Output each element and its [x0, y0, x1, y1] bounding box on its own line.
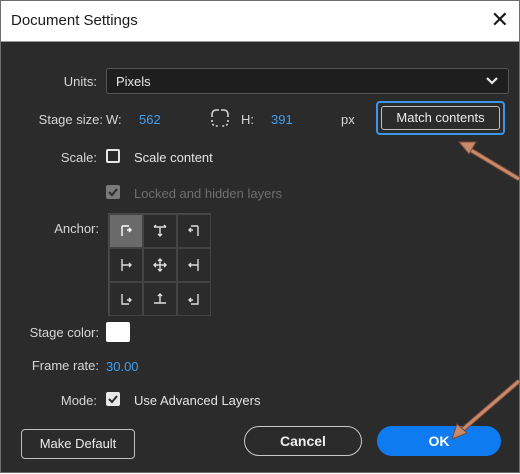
stage-color-label: Stage color: — [29, 325, 99, 340]
match-contents-button[interactable]: Match contents — [376, 101, 505, 135]
stage-color-swatch[interactable] — [106, 322, 130, 342]
anchor-bottom-center[interactable] — [143, 282, 177, 316]
arrow-icon — [188, 259, 199, 271]
units-dropdown[interactable]: Pixels — [106, 68, 509, 94]
title-bar: Document Settings ✕ — [1, 1, 519, 42]
arrow-icon — [188, 294, 199, 305]
annotation-arrow-match — [457, 141, 520, 182]
arrow-icon — [188, 225, 199, 236]
scale-content-checkbox[interactable] — [106, 149, 120, 163]
anchor-grid — [108, 213, 211, 316]
anchor-middle-right[interactable] — [177, 248, 211, 282]
make-default-button[interactable]: Make Default — [21, 429, 135, 459]
height-value[interactable]: 391 — [271, 112, 293, 127]
advanced-layers-label: Use Advanced Layers — [134, 393, 261, 408]
unit-label: px — [341, 112, 355, 127]
width-value[interactable]: 562 — [139, 112, 161, 127]
anchor-center[interactable] — [143, 248, 177, 282]
stage-size-label: Stage size: — [38, 112, 103, 127]
anchor-top-center[interactable] — [143, 214, 177, 248]
width-label: W: — [106, 112, 122, 127]
arrow-icon — [154, 293, 166, 304]
mode-label: Mode: — [60, 393, 97, 408]
document-settings-dialog: Document Settings ✕ Units: Pixels Stage … — [0, 0, 520, 473]
anchor-bottom-left[interactable] — [109, 282, 143, 316]
dialog-title: Document Settings — [11, 12, 138, 29]
ok-button[interactable]: OK — [377, 426, 501, 456]
anchor-label: Anchor: — [54, 221, 99, 236]
chevron-down-icon — [486, 77, 498, 85]
cancel-button[interactable]: Cancel — [244, 426, 362, 456]
frame-rate-value[interactable]: 30.00 — [106, 359, 139, 374]
anchor-top-right[interactable] — [177, 214, 211, 248]
units-label: Units: — [63, 74, 97, 89]
locked-layers-label: Locked and hidden layers — [134, 186, 283, 201]
arrow-icon — [153, 224, 167, 237]
anchor-middle-left[interactable] — [109, 248, 143, 282]
arrow-icon — [153, 258, 167, 272]
advanced-layers-checkbox[interactable] — [106, 392, 120, 406]
scale-content-label: Scale content — [134, 150, 213, 165]
frame-rate-label: Frame rate: — [31, 358, 99, 373]
arrow-icon — [121, 259, 132, 271]
locked-layers-checkbox — [106, 185, 120, 199]
match-contents-label: Match contents — [381, 106, 500, 130]
height-label: H: — [241, 112, 254, 127]
link-icon[interactable] — [209, 108, 231, 128]
close-icon[interactable]: ✕ — [491, 6, 509, 34]
units-selected-value: Pixels — [116, 74, 151, 89]
checkmark-icon — [108, 188, 118, 197]
anchor-top-left[interactable] — [109, 214, 143, 248]
anchor-bottom-right[interactable] — [177, 282, 211, 316]
checkmark-icon — [108, 395, 118, 404]
arrow-icon — [121, 225, 132, 236]
arrow-icon — [121, 294, 132, 305]
scale-label: Scale: — [60, 150, 97, 165]
